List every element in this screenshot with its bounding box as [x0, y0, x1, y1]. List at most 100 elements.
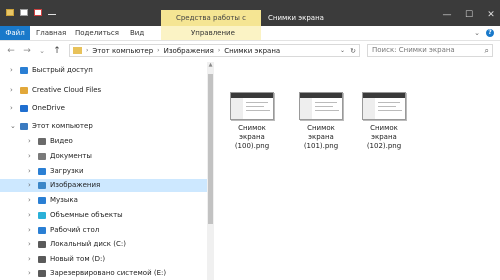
- drive-icon: [38, 270, 46, 277]
- sidebar-item[interactable]: › Зарезервировано системой (E:): [0, 267, 207, 280]
- sidebar-item[interactable]: › Creative Cloud Files: [0, 84, 207, 97]
- sidebar-item[interactable]: › Изображения: [0, 179, 207, 192]
- recent-locations-icon[interactable]: ⌄: [37, 45, 47, 57]
- close-button[interactable]: ✕: [484, 8, 498, 22]
- address-bar[interactable]: › Этот компьютер › Изображения › Снимки …: [69, 44, 360, 57]
- tab-manage[interactable]: Управление: [161, 26, 261, 40]
- search-icon[interactable]: ⌕: [485, 45, 489, 56]
- sidebar-item-label: Видео: [50, 137, 73, 145]
- customize-toolbar-icon[interactable]: [48, 14, 56, 15]
- sidebar-item[interactable]: › Музыка: [0, 194, 207, 207]
- breadcrumb-separator-icon[interactable]: ›: [86, 47, 88, 54]
- sidebar-item-label: Creative Cloud Files: [32, 86, 102, 94]
- video-icon: [38, 138, 46, 145]
- image-thumbnail: [299, 92, 343, 120]
- image-thumbnail: [230, 92, 274, 120]
- sidebar-item-label: OneDrive: [32, 104, 65, 112]
- scrollbar-thumb[interactable]: [208, 74, 213, 224]
- expand-chevron-icon[interactable]: ›: [10, 64, 13, 77]
- navigation-pane: › Быстрый доступ › Creative Cloud Files › One…: [0, 62, 210, 280]
- file-list: Снимок экрана (100).png Снимок экрана (10…: [214, 62, 500, 280]
- downloads-icon: [38, 168, 46, 175]
- expand-chevron-icon[interactable]: ›: [28, 194, 31, 207]
- sidebar-item[interactable]: › Объемные объекты: [0, 209, 207, 222]
- sidebar-item[interactable]: › Локальный диск (C:): [0, 238, 207, 251]
- expand-ribbon-icon[interactable]: ⌄: [474, 29, 480, 37]
- sidebar-item[interactable]: › Рабочий стол: [0, 224, 207, 237]
- refresh-icon[interactable]: ↻: [350, 45, 356, 57]
- sidebar-item[interactable]: › Документы: [0, 150, 207, 163]
- sidebar-item[interactable]: › Новый том (D:): [0, 253, 207, 266]
- sidebar-item-label: Рабочий стол: [50, 226, 100, 234]
- expand-chevron-icon[interactable]: ›: [10, 102, 13, 115]
- folder-icon[interactable]: [6, 9, 14, 16]
- sidebar-item[interactable]: › Видео: [0, 135, 207, 148]
- documents-icon: [38, 153, 46, 160]
- sidebar-item[interactable]: ⌄ Этот компьютер: [0, 120, 207, 133]
- help-icon[interactable]: ?: [486, 29, 494, 37]
- sidebar-item-label: Изображения: [50, 181, 101, 189]
- sidebar-item-label: Музыка: [50, 196, 78, 204]
- expand-chevron-icon[interactable]: ›: [10, 84, 13, 97]
- expand-chevron-icon[interactable]: ›: [28, 179, 31, 192]
- breadcrumb-separator-icon[interactable]: ›: [218, 47, 220, 54]
- tab-home[interactable]: Главная: [36, 26, 66, 40]
- breadcrumb-screenshots[interactable]: Снимки экрана: [224, 47, 280, 55]
- computer-icon: [20, 123, 28, 130]
- scroll-up-icon[interactable]: ▲: [207, 62, 214, 68]
- expand-chevron-icon[interactable]: ›: [28, 165, 31, 178]
- folder-icon: [73, 47, 82, 54]
- sidebar-item-label: Объемные объекты: [50, 211, 123, 219]
- title-bar: Средства работы с рисунками Снимки экран…: [0, 0, 500, 38]
- music-icon: [38, 197, 46, 204]
- expand-chevron-icon[interactable]: ›: [28, 209, 31, 222]
- sidebar-item[interactable]: › Загрузки: [0, 165, 207, 178]
- sidebar-item-label: Новый том (D:): [50, 255, 106, 263]
- file-item[interactable]: Снимок экрана (101).png: [295, 92, 347, 151]
- cloud-icon: [20, 105, 28, 112]
- navigation-scrollbar[interactable]: ▲: [207, 62, 214, 280]
- sidebar-item[interactable]: › OneDrive: [0, 102, 207, 115]
- quick-access-toolbar: [6, 9, 56, 16]
- tab-share[interactable]: Поделиться: [75, 26, 119, 40]
- expand-chevron-icon[interactable]: ⌄: [10, 120, 16, 133]
- forward-arrow-icon[interactable]: →: [22, 45, 32, 57]
- file-name: Снимок экрана (101).png: [303, 124, 339, 150]
- maximize-button[interactable]: ☐: [462, 8, 476, 22]
- search-placeholder: Поиск: Снимки экрана: [372, 46, 455, 54]
- back-arrow-icon[interactable]: ←: [6, 45, 16, 57]
- breadcrumb-separator-icon[interactable]: ›: [157, 47, 159, 54]
- picture-tools-header: Средства работы с рисунками: [161, 10, 261, 38]
- sidebar-item-label: Зарезервировано системой (E:): [50, 269, 167, 277]
- sidebar-item[interactable]: › Быстрый доступ: [0, 64, 207, 77]
- new-folder-icon[interactable]: [34, 9, 42, 16]
- address-dropdown-icon[interactable]: ⌄: [340, 45, 345, 57]
- file-item[interactable]: Снимок экрана (102).png: [358, 92, 410, 151]
- minimize-button[interactable]: —: [440, 8, 454, 22]
- file-item[interactable]: Снимок экрана (100).png: [226, 92, 278, 151]
- window-title: Снимки экрана: [268, 14, 324, 22]
- expand-chevron-icon[interactable]: ›: [28, 253, 31, 266]
- star-icon: [20, 67, 28, 74]
- file-explorer-window: Средства работы с рисунками Снимки экран…: [0, 0, 500, 280]
- drive-icon: [38, 241, 46, 248]
- tab-view[interactable]: Вид: [130, 26, 144, 40]
- tab-file[interactable]: Файл: [0, 26, 30, 40]
- file-name: Снимок экрана (102).png: [366, 124, 402, 150]
- ribbon-tabs: Файл Главная Поделиться Вид Управление ⌄…: [0, 26, 500, 41]
- sidebar-item-label: Документы: [50, 152, 92, 160]
- up-arrow-icon[interactable]: ↑: [52, 45, 62, 57]
- expand-chevron-icon[interactable]: ›: [28, 150, 31, 163]
- expand-chevron-icon[interactable]: ›: [28, 135, 31, 148]
- properties-icon[interactable]: [20, 9, 28, 16]
- 3d-objects-icon: [38, 212, 46, 219]
- breadcrumb-pictures[interactable]: Изображения: [164, 47, 214, 55]
- expand-chevron-icon[interactable]: ›: [28, 224, 31, 237]
- expand-chevron-icon[interactable]: ›: [28, 267, 31, 280]
- expand-chevron-icon[interactable]: ›: [28, 238, 31, 251]
- breadcrumb-this-pc[interactable]: Этот компьютер: [92, 47, 153, 55]
- file-name: Снимок экрана (100).png: [234, 124, 270, 150]
- creative-cloud-icon: [20, 87, 28, 94]
- sidebar-item-label: Этот компьютер: [32, 122, 93, 130]
- search-input[interactable]: Поиск: Снимки экрана ⌕: [367, 44, 493, 57]
